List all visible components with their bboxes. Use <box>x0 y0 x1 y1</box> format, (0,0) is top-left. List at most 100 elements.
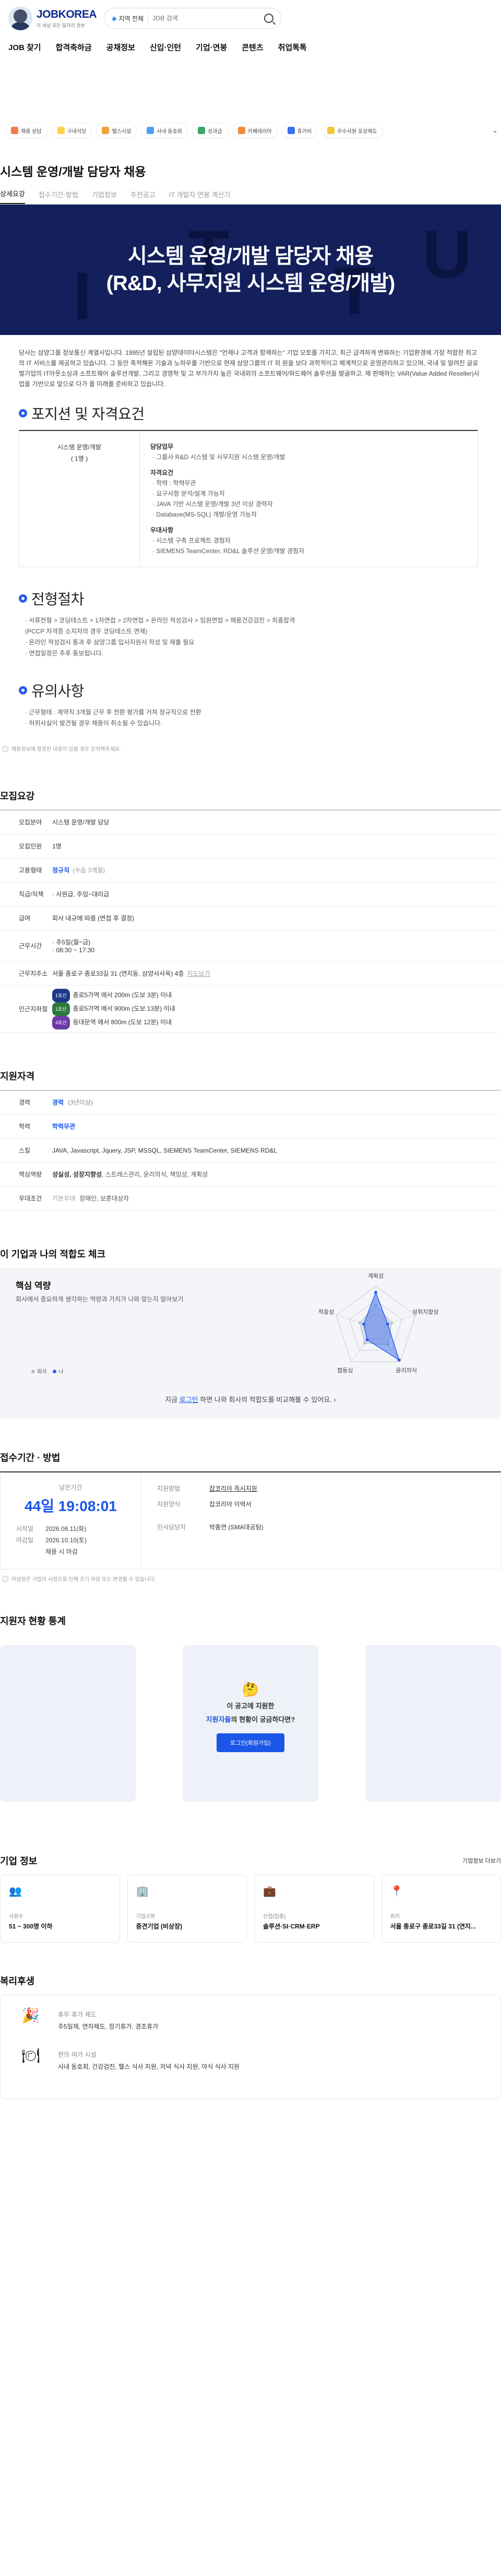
tab-item[interactable]: 추천공고 <box>130 189 156 204</box>
hero-bg-letter: I <box>73 258 92 334</box>
benefit-chip-label: 구내식당 <box>67 128 87 135</box>
jobkorea-logo[interactable]: JOBKOREA 이 세상 모든 일자리 정보 <box>8 6 97 30</box>
welfare-heading: 복리후생 <box>0 1976 35 1986</box>
benefit-chip-label: 우수사원 포상제도 <box>337 128 377 135</box>
benefit-chip-icon <box>237 127 245 134</box>
corp-card-value: 솔루션·SI·CRM·ERP <box>263 1923 320 1930</box>
section-ring-icon <box>19 594 27 603</box>
logo-name: JOBKOREA <box>37 8 97 20</box>
radar-me-series-point <box>365 1338 369 1341</box>
tab-item[interactable]: 접수기간·방법 <box>39 189 78 204</box>
info-icon: i <box>2 1575 8 1582</box>
apply-note: i 마감일은 기업의 사정으로 인해 조기 마감 또는 변경될 수 있습니다. <box>0 1569 501 1583</box>
subway-text: 종로5가역 에서 200m (도보 3분) 이내 <box>73 991 172 999</box>
stats-panel: 🤔 이 공고에 지원한 지원자들의 현황이 궁금하다면? 로그인(회원가입) <box>0 1635 501 1823</box>
table-row: 경력 경력 (3년이상) <box>0 1090 501 1115</box>
qualifications-heading: 지원자격 <box>0 1071 35 1082</box>
site-header: JOBKOREA 이 세상 모든 일자리 정보 ◉지역 전체 JOB 찾기 합격축… <box>0 0 501 78</box>
tab-item[interactable]: 기업정보 <box>92 189 117 204</box>
meal-icon: 🍽 <box>21 2047 40 2064</box>
nav-item[interactable]: 신입·인턴 <box>150 42 181 53</box>
position-item: · 그룹사 R&D 시스템 및 사무지원 시스템 운영/개발 <box>152 453 285 461</box>
benefit-chip[interactable]: 휴가비 <box>281 123 318 138</box>
benefit-chip[interactable]: 성과급 <box>192 123 228 138</box>
legend-company: 회사 <box>31 1367 46 1375</box>
benefit-chip-label: 휴가비 <box>297 128 312 135</box>
benefit-chip[interactable]: 구내식당 <box>51 123 92 138</box>
notice-item: · 근무형태 : 계약직 3개월 근무 후 전환 평가를 거쳐 정규직으로 전환 <box>25 709 201 716</box>
subway-row: 1호선 종로5가역 에서 900m (도보 13분) 이내 <box>52 1002 501 1016</box>
location-select[interactable]: ◉ 지역 전체 <box>112 14 144 23</box>
corp-more-link[interactable]: 기업정보 더보기 <box>462 1856 501 1865</box>
qual-value: 기본우대 장애인, 보훈대상자 <box>52 1186 501 1211</box>
table-row: 직급/직책 · 사원급, 주임~대리급 <box>0 882 501 906</box>
legend-me: 나 <box>53 1367 63 1375</box>
radar-axis-label: 계획성 <box>368 1273 384 1279</box>
method-link[interactable]: 잡코리아 즉시지원 <box>209 1481 257 1496</box>
benefit-chip[interactable]: 채용 상담 <box>5 123 47 138</box>
map-link[interactable]: 지도보기 <box>187 970 210 977</box>
welfare-row: 🎉 휴무·휴가 제도 주5일제, 연차제도, 정기휴가, 경조휴가 <box>1 2007 500 2031</box>
nav-item[interactable]: 취업톡톡 <box>278 42 307 53</box>
benefit-chip-icon <box>198 127 205 134</box>
apply-heading: 접수기간 · 방법 <box>0 1453 61 1463</box>
stats-login-card: 🤔 이 공고에 지원한 지원자들의 현황이 궁금하다면? 로그인(회원가입) <box>167 1682 334 1752</box>
benefit-chip-icon <box>327 127 335 134</box>
summary-key: 근무지주소 <box>0 961 52 986</box>
qual-key: 학력 <box>0 1114 52 1139</box>
table-row: 학력 학력무관 <box>0 1114 501 1139</box>
position-group-title: 우대사항 <box>150 526 174 534</box>
radar-company-series-point <box>358 1321 362 1325</box>
subway-text: 동대문역 에서 800m (도보 12분) 이내 <box>73 1018 172 1026</box>
summary-value: 서울 종로구 종로33길 31 (연지동, 삼양사사옥) 4층 지도보기 <box>52 961 501 986</box>
benefit-chip[interactable]: 헬스시설 <box>96 123 137 138</box>
login-button[interactable]: 로그인(회원가입) <box>216 1733 285 1752</box>
summary-key: 고용형태 <box>0 858 52 882</box>
welfare-box: 🎉 휴무·휴가 제도 주5일제, 연차제도, 정기휴가, 경조휴가 🍽 편의·여가 시설… <box>0 1995 501 2099</box>
corp-card: 💼 산업(업종) 솔루션·SI·CRM·ERP <box>254 1875 374 1943</box>
summary-value: 1호선 종로5가역 에서 200m (도보 3분) 이내 1호선 종로5가역 에서 9… <box>52 985 501 1033</box>
hero-line1: 시스템 운영/개발 담당자 채용 <box>127 245 374 268</box>
method-label: 지원방법 <box>157 1485 181 1492</box>
corp-card-label: 산업(업종) <box>263 1914 286 1920</box>
avatar <box>8 6 32 30</box>
benefit-chip-icon <box>102 127 110 134</box>
benefit-chip[interactable]: 사내 동호회 <box>141 123 188 138</box>
benefit-chip[interactable]: 우수사원 포상제도 <box>321 123 383 138</box>
report-note[interactable]: i 채용정보에 잘못된 내용이 있을 경우 문의해주세요. <box>0 729 501 752</box>
welfare-value: 주5일제, 연차제도, 정기휴가, 경조휴가 <box>58 2023 159 2030</box>
qualifications-table: 경력 경력 (3년이상) 학력 학력무관 스킬 JAVA, Javascript, Jque… <box>0 1090 501 1211</box>
table-row: 우대조건 기본우대 장애인, 보훈대상자 <box>0 1186 501 1211</box>
start-label: 시작일 <box>16 1525 34 1532</box>
benefit-chip-icon <box>287 127 295 134</box>
search-input[interactable] <box>152 15 260 22</box>
corp-card-value: 중견기업 (비상장) <box>136 1923 183 1930</box>
search-icon[interactable] <box>264 14 274 23</box>
login-link[interactable]: 로그인 <box>180 1396 198 1404</box>
nav-item[interactable]: 합격축하금 <box>56 42 92 53</box>
chevron-down-icon[interactable]: ⌄ <box>492 126 498 135</box>
fit-heading: 이 기업과 나의 적합도 체크 <box>0 1249 106 1260</box>
corp-card-label: 기업구분 <box>136 1914 156 1920</box>
summary-extra: (수습 3개월) <box>73 867 105 874</box>
hero-line2: (R&D, 사무지원 시스템 운영/개발) <box>106 272 396 295</box>
notice-list: · 근무형태 : 계약직 3개월 근무 후 전환 평가를 거쳐 정규직으로 전환… <box>0 707 501 729</box>
tab-item[interactable]: IT 개발자 연봉 계산기 <box>169 189 231 204</box>
benefit-chip[interactable]: 카페테리아 <box>232 123 278 138</box>
qual-value: 경력 (3년이상) <box>52 1090 501 1115</box>
nav-item[interactable]: 기업·연봉 <box>196 42 227 53</box>
nav-item[interactable]: JOB 찾기 <box>8 42 41 53</box>
benefit-chip-label: 성과급 <box>208 128 222 135</box>
qual-key: 스킬 <box>0 1138 52 1163</box>
nav-item[interactable]: 콘텐츠 <box>242 42 263 53</box>
subway-line-badge: 1호선 <box>52 1002 70 1016</box>
process-heading: 전형절차 <box>19 588 501 609</box>
corp-card: 📍 위치 서울 종로구 종로33길 31 (연지... <box>381 1875 501 1943</box>
job-hero-banner: I T T U 시스템 운영/개발 담당자 채용 (R&D, 사무지원 시스템 … <box>0 205 501 335</box>
nav-item[interactable]: 공채정보 <box>106 42 135 53</box>
qual-value-text: 학력무관 <box>52 1123 76 1130</box>
summary-value: 정규직 (수습 3개월) <box>52 858 501 882</box>
section-ring-icon <box>19 409 27 417</box>
tab-item[interactable]: 상세요강 <box>0 188 25 204</box>
radar-me-series-point <box>362 1322 366 1326</box>
